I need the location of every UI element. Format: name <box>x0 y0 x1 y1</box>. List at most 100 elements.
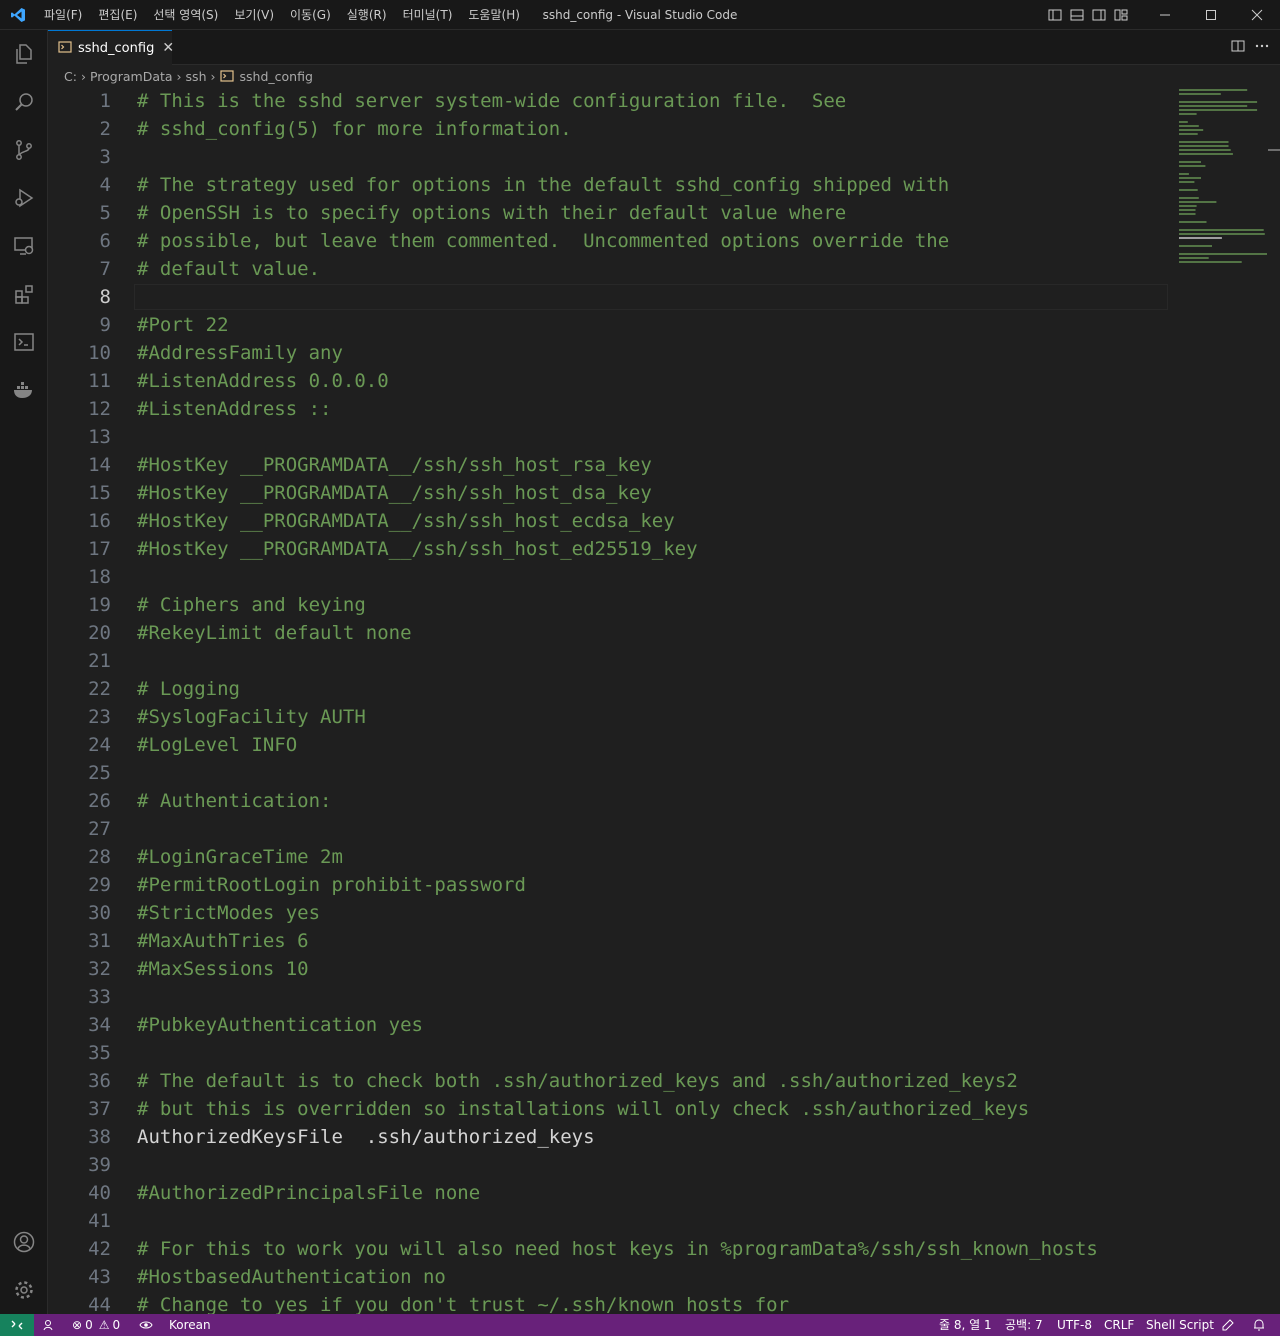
title-bar: 파일(F) 편집(E) 선택 영역(S) 보기(V) 이동(G) 실행(R) 터미널(T) 도… <box>0 0 1280 30</box>
minimap-line <box>1179 197 1199 199</box>
code-line: 21 <box>48 647 1168 675</box>
line-number: 12 <box>88 398 111 420</box>
split-editor-icon[interactable] <box>1230 38 1246 58</box>
editor-actions <box>1230 30 1270 65</box>
language-mode[interactable]: Shell Script <box>1146 1314 1214 1336</box>
settings-gear-icon[interactable] <box>0 1266 48 1314</box>
code-comment: # This is the sshd server system-wide co… <box>137 90 847 112</box>
code-comment: #HostKey __PROGRAMDATA__/ssh/ssh_host_ds… <box>137 482 652 504</box>
minimap-line <box>1179 161 1201 163</box>
remote-explorer-icon[interactable] <box>0 222 48 270</box>
menu-item[interactable]: 이동(G) <box>282 0 339 30</box>
line-number: 22 <box>88 678 111 700</box>
code-line: 39 <box>48 1151 1168 1179</box>
code-editor[interactable]: 1 # This is the sshd server system-wide c… <box>48 87 1280 1314</box>
line-number: 37 <box>88 1098 111 1120</box>
menu-item[interactable]: 파일(F) <box>36 0 90 30</box>
problems-indicator[interactable]: ⊗ 0 ⚠ 0 <box>72 1314 120 1336</box>
line-number: 29 <box>88 874 111 896</box>
breadcrumb-programdata[interactable]: ProgramData <box>90 69 173 84</box>
toggle-secondary-sidebar-icon[interactable] <box>1088 0 1110 30</box>
line-number: 20 <box>88 622 111 644</box>
code-comment: # For this to work you will also need ho… <box>137 1238 1098 1260</box>
code-line: 4 # The strategy used for options in the … <box>48 171 1168 199</box>
menu-item[interactable]: 실행(R) <box>339 0 395 30</box>
remote-indicator-icon[interactable] <box>0 1314 34 1336</box>
docker-icon[interactable] <box>0 366 48 414</box>
menu-item[interactable]: 터미널(T) <box>395 0 461 30</box>
breadcrumb-file[interactable]: sshd_config <box>240 69 313 84</box>
error-icon: ⊗ <box>72 1318 83 1332</box>
code-comment: # but this is overridden so installation… <box>137 1098 1030 1120</box>
line-number: 39 <box>88 1154 111 1176</box>
code-line: 11 #ListenAddress 0.0.0.0 <box>48 367 1168 395</box>
minimap-line <box>1179 141 1229 143</box>
input-language[interactable]: Korean <box>169 1314 211 1336</box>
line-number: 40 <box>88 1182 111 1204</box>
minimap-line <box>1179 145 1229 147</box>
code-line: 42 # For this to work you will also need … <box>48 1235 1168 1263</box>
customize-layout-icon[interactable] <box>1110 0 1132 30</box>
code-comment: #LoginGraceTime 2m <box>137 846 343 868</box>
code-comment: #ListenAddress 0.0.0.0 <box>137 370 389 392</box>
minimap-line <box>1179 233 1265 235</box>
close-window-button[interactable] <box>1234 0 1280 30</box>
source-control-icon[interactable] <box>0 126 48 174</box>
explorer-icon[interactable] <box>0 30 48 78</box>
close-tab-icon[interactable]: ✕ <box>162 40 174 56</box>
vertical-scrollbar[interactable] <box>1268 87 1280 1314</box>
line-number: 34 <box>88 1014 111 1036</box>
tab-sshd-config[interactable]: sshd_config ✕ <box>48 30 174 65</box>
terminal-icon[interactable] <box>0 318 48 366</box>
code-comment: #HostKey __PROGRAMDATA__/ssh/ssh_host_ed… <box>137 538 698 560</box>
menu-item[interactable]: 보기(V) <box>226 0 282 30</box>
maximize-button[interactable] <box>1188 0 1234 30</box>
breadcrumb: C: › ProgramData › ssh › sshd_config <box>48 65 1280 87</box>
line-number: 2 <box>99 118 111 140</box>
indentation[interactable]: 공백: 7 <box>1005 1314 1043 1336</box>
menu-item[interactable]: 도움말(H) <box>460 0 528 30</box>
more-actions-icon[interactable] <box>1254 38 1270 58</box>
code-comment: # possible, but leave them commented. Un… <box>137 230 950 252</box>
line-number: 26 <box>88 790 111 812</box>
breadcrumb-ssh[interactable]: ssh <box>186 69 207 84</box>
eye-icon[interactable] <box>139 1314 153 1336</box>
notifications-bell-icon[interactable] <box>1252 1314 1266 1336</box>
code-line: 12 #ListenAddress :: <box>48 395 1168 423</box>
line-number: 31 <box>88 930 111 952</box>
feedback-icon[interactable] <box>1221 1314 1235 1336</box>
run-debug-icon[interactable] <box>0 174 48 222</box>
minimap-line <box>1179 109 1258 111</box>
minimap-line <box>1179 221 1207 223</box>
encoding[interactable]: UTF-8 <box>1057 1314 1092 1336</box>
code-line: 19 # Ciphers and keying <box>48 591 1168 619</box>
line-number: 38 <box>88 1126 111 1148</box>
minimap-line <box>1179 209 1196 211</box>
code-comment: #HostKey __PROGRAMDATA__/ssh/ssh_host_ec… <box>137 510 675 532</box>
code-line: 20 #RekeyLimit default none <box>48 619 1168 647</box>
toggle-panel-icon[interactable] <box>1066 0 1088 30</box>
line-number: 19 <box>88 594 111 616</box>
toggle-primary-sidebar-icon[interactable] <box>1044 0 1066 30</box>
code-line: 30 #StrictModes yes <box>48 899 1168 927</box>
accounts-icon[interactable] <box>0 1218 48 1266</box>
breadcrumb-drive[interactable]: C: <box>64 69 77 84</box>
code-line: 7 # default value. <box>48 255 1168 283</box>
cursor-position[interactable]: 줄 8, 열 1 <box>939 1314 992 1336</box>
end-of-line[interactable]: CRLF <box>1104 1314 1134 1336</box>
minimap[interactable] <box>1174 87 1268 287</box>
code-line: 13 <box>48 423 1168 451</box>
code-comment: # Logging <box>137 678 240 700</box>
code-line: 27 <box>48 815 1168 843</box>
menu-item[interactable]: 편집(E) <box>90 0 145 30</box>
accounts-status-icon[interactable] <box>42 1314 56 1336</box>
code-line: 18 <box>48 563 1168 591</box>
code-comment: #AuthorizedPrincipalsFile none <box>137 1182 481 1204</box>
extensions-icon[interactable] <box>0 270 48 318</box>
search-icon[interactable] <box>0 78 48 126</box>
minimap-line <box>1179 253 1267 255</box>
code-comment: # sshd_config(5) for more information. <box>137 118 572 140</box>
menu-item[interactable]: 선택 영역(S) <box>145 0 226 30</box>
minimize-button[interactable] <box>1142 0 1188 30</box>
code-line: 17 #HostKey __PROGRAMDATA__/ssh/ssh_host_… <box>48 535 1168 563</box>
